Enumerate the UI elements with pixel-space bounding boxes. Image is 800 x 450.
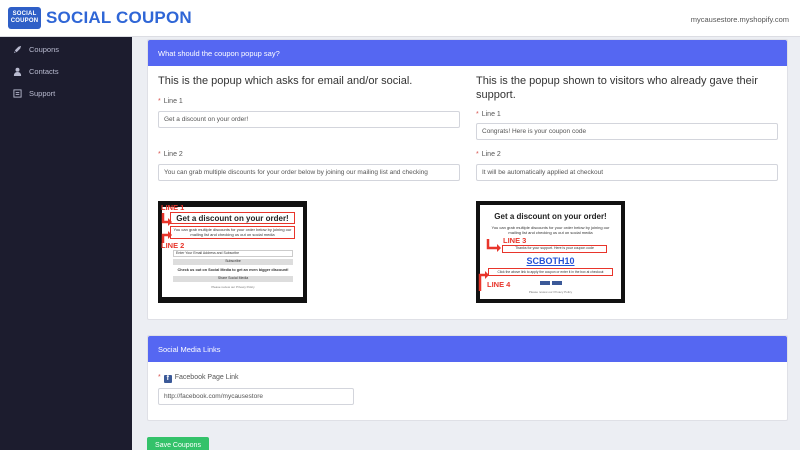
- line2-label-right: * Line 2: [476, 151, 501, 158]
- preview-subscribe: Subscribe: [173, 259, 293, 265]
- facebook-icon: f: [163, 375, 172, 383]
- card-header: What should the coupon popup say?: [148, 40, 787, 66]
- sidebar: Coupons Contacts Support: [0, 37, 132, 450]
- popup-settings-card: What should the coupon popup say? This i…: [147, 39, 788, 320]
- left-column-title: This is the popup which asks for email a…: [158, 75, 413, 87]
- popup-preview-right: Get a discount on your order! You can gr…: [476, 201, 625, 303]
- line4-annotation: LINE 4: [487, 280, 511, 289]
- facebook-label: * f Facebook Page Link: [158, 374, 239, 383]
- annotation-arrow-icon: [161, 213, 172, 243]
- preview-coupon-code: SCBOTH10: [526, 256, 575, 266]
- sidebar-item-label: Contacts: [29, 66, 59, 76]
- line2-input-left[interactable]: You can grab multiple discounts for your…: [158, 164, 460, 181]
- logo-line2: COUPON: [10, 18, 39, 24]
- sidebar-item-label: Support: [29, 88, 56, 98]
- app-logo[interactable]: SOCIAL COUPON: [8, 7, 41, 29]
- preview-share-button: [552, 281, 562, 285]
- preview-privacy: Please review our Privacy Policy: [211, 285, 255, 289]
- right-column-title: This is the popup shown to visitors who …: [476, 75, 758, 101]
- preview-thanks: Thanks for your support. Here is your co…: [515, 246, 594, 250]
- preview-email-field: Enter Your Email Address and Subscribe: [173, 250, 293, 257]
- sidebar-item-contacts[interactable]: Contacts: [0, 60, 132, 82]
- social-links-card: Social Media Links * f Facebook Page Link …: [147, 335, 788, 421]
- line3-annotation: LINE 3: [503, 236, 527, 245]
- rocket-icon: [13, 45, 22, 54]
- preview-privacy: Please review our Privacy Policy: [528, 290, 573, 294]
- line2-label-left: * Line 2: [158, 151, 183, 158]
- save-coupons-button[interactable]: Save Coupons: [147, 437, 209, 450]
- preview-like-button: [540, 281, 550, 285]
- line2-annotation: LINE 2: [161, 241, 185, 250]
- list-icon: [13, 88, 22, 98]
- line1-label-right: * Line 1: [476, 111, 501, 118]
- preview-sub: You can grab multiple discounts for your…: [491, 225, 610, 235]
- line1-annotation: LINE 1: [161, 203, 185, 212]
- top-bar: SOCIAL COUPON SOCIAL COUPON mycausestore…: [0, 0, 800, 37]
- line1-input-left[interactable]: Get a discount on your order!: [158, 111, 460, 128]
- sidebar-item-coupons[interactable]: Coupons: [0, 38, 132, 60]
- preview-heading: Get a discount on your order!: [494, 212, 607, 221]
- line1-label-left: * Line 1: [158, 98, 183, 105]
- sidebar-item-support[interactable]: Support: [0, 82, 132, 104]
- preview-social-text: Check us out on Social Media to get an e…: [177, 268, 289, 272]
- sidebar-item-label: Coupons: [29, 44, 60, 54]
- user-icon: [13, 67, 22, 76]
- preview-heading: Get a discount on your order!: [176, 214, 289, 223]
- logo-line1: SOCIAL: [12, 11, 37, 17]
- preview-applied: Click the above link to apply the coupon…: [497, 270, 604, 274]
- popup-preview-left: LINE 1 Get a discount on your order! You…: [158, 201, 307, 303]
- card-header: Social Media Links: [148, 336, 787, 362]
- preview-sub: You can grab multiple discounts for your…: [173, 227, 292, 237]
- line1-input-right[interactable]: Congrats! Here is your coupon code: [476, 123, 778, 140]
- brand-name: SOCIAL COUPON: [46, 8, 192, 27]
- line2-input-right[interactable]: It will be automatically applied at chec…: [476, 164, 778, 181]
- preview-share: Share Social Media: [173, 276, 293, 282]
- facebook-link-input[interactable]: http://facebook.com/mycausestore: [158, 388, 354, 405]
- store-domain: mycausestore.myshopify.com: [690, 15, 789, 24]
